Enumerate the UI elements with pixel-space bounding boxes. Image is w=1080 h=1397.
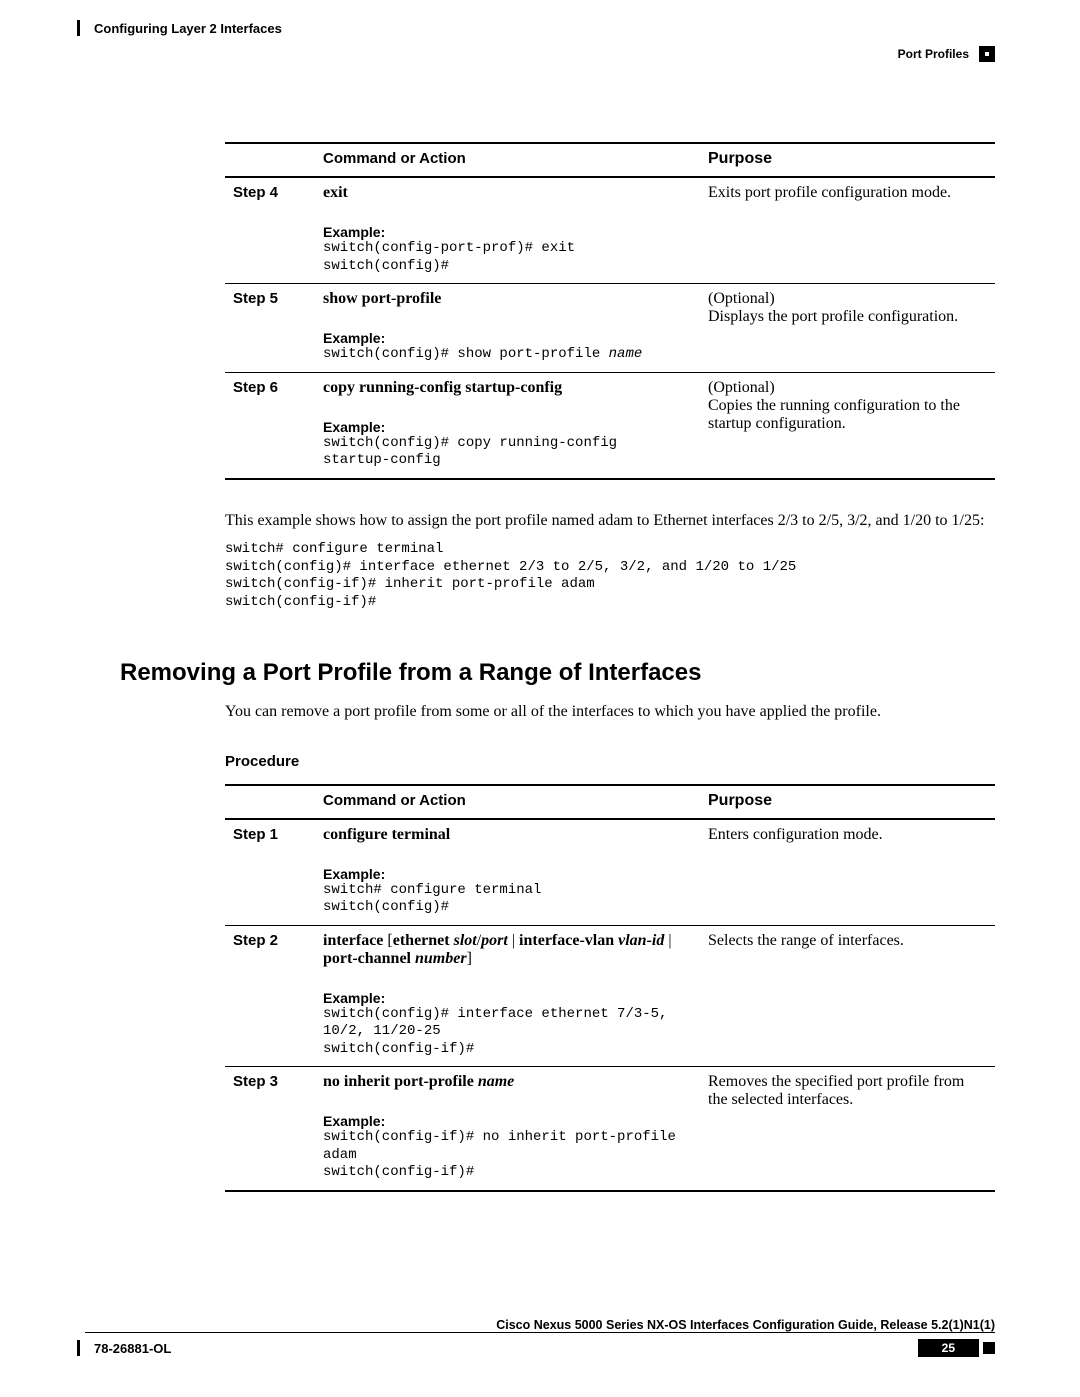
step-label: Step 6 — [225, 372, 315, 479]
code-block: switch# configure terminal switch(config… — [225, 541, 995, 611]
header-mark-icon — [979, 46, 995, 62]
cmd-ital: name — [474, 1073, 514, 1090]
purpose-cell: (Optional) Displays the port profile con… — [700, 284, 995, 373]
command-cell: no inherit port-profile name Example: sw… — [315, 1067, 700, 1191]
footer-rule — [85, 1332, 995, 1333]
example-label: Example: — [323, 330, 692, 346]
procedure-heading: Procedure — [225, 753, 995, 770]
footer-tick-icon — [77, 1340, 80, 1356]
command-cell: interface [ethernet slot/port | interfac… — [315, 925, 700, 1067]
table-header-blank — [225, 785, 315, 819]
example-code: switch(config-if)# no inherit port-profi… — [323, 1129, 692, 1182]
purpose-cell: Removes the specified port profile from … — [700, 1067, 995, 1191]
chapter-title: Configuring Layer 2 Interfaces — [94, 21, 282, 36]
command-cell: copy running-config startup-config Examp… — [315, 372, 700, 479]
procedure-table-2: Command or Action Purpose Step 1 configu… — [225, 784, 995, 1192]
purpose-cell: (Optional) Copies the running configurat… — [700, 372, 995, 479]
paragraph: This example shows how to assign the por… — [225, 510, 995, 532]
cmd-plain: | — [508, 932, 519, 949]
step-label: Step 3 — [225, 1067, 315, 1191]
cmd-bold: no inherit port-profile — [323, 1073, 474, 1090]
header-left: Configuring Layer 2 Interfaces — [77, 20, 282, 36]
cmd-bold: port-channel — [323, 950, 411, 967]
example-label: Example: — [323, 224, 692, 240]
paragraph: You can remove a port profile from some … — [225, 701, 995, 723]
command-cell: show port-profile Example: switch(config… — [315, 284, 700, 373]
page: Configuring Layer 2 Interfaces Port Prof… — [0, 0, 1080, 1397]
cmd-ital: slot — [450, 932, 477, 949]
example-code: switch(config-port-prof)# exit switch(co… — [323, 240, 692, 275]
cmd-bold: ethernet — [393, 932, 450, 949]
header-right: Port Profiles — [898, 46, 995, 62]
example-label: Example: — [323, 419, 692, 435]
table-header-blank — [225, 143, 315, 177]
example-code: switch(config)# copy running-config star… — [323, 435, 692, 470]
code-param: name — [609, 346, 643, 362]
footer-right: 25 — [918, 1339, 995, 1357]
table-row: Step 6 copy running-config startup-confi… — [225, 372, 995, 479]
footer-mark-icon — [983, 1342, 995, 1354]
table-header-purpose: Purpose — [700, 785, 995, 819]
step-label: Step 5 — [225, 284, 315, 373]
page-header: Configuring Layer 2 Interfaces Port Prof… — [85, 20, 995, 62]
example-label: Example: — [323, 1113, 692, 1129]
cmd-ital: number — [411, 950, 467, 967]
command-cell: exit Example: switch(config-port-prof)# … — [315, 177, 700, 284]
step-label: Step 1 — [225, 819, 315, 926]
footer-guide-title: Cisco Nexus 5000 Series NX-OS Interfaces… — [85, 1318, 995, 1332]
command-title: copy running-config startup-config — [323, 379, 692, 397]
part-number: 78-26881-OL — [94, 1341, 171, 1356]
cmd-plain: | — [664, 932, 671, 949]
footer-left: 78-26881-OL — [77, 1340, 171, 1356]
cmd-plain: ] — [467, 950, 472, 967]
footer-row: 78-26881-OL 25 — [85, 1339, 995, 1357]
page-footer: Cisco Nexus 5000 Series NX-OS Interfaces… — [85, 1336, 995, 1357]
cmd-bold: interface — [323, 932, 383, 949]
table-row: Step 3 no inherit port-profile name Exam… — [225, 1067, 995, 1191]
purpose-cell: Selects the range of interfaces. — [700, 925, 995, 1067]
example-code: switch(config)# interface ethernet 7/3-5… — [323, 1006, 692, 1059]
table-header-command: Command or Action — [315, 785, 700, 819]
table-row: Step 2 interface [ethernet slot/port | i… — [225, 925, 995, 1067]
table-header-command: Command or Action — [315, 143, 700, 177]
purpose-cell: Enters configuration mode. — [700, 819, 995, 926]
table-header-purpose: Purpose — [700, 143, 995, 177]
command-title: show port-profile — [323, 290, 692, 308]
cmd-plain: [ — [383, 932, 392, 949]
command-title: no inherit port-profile name — [323, 1073, 692, 1091]
command-title: exit — [323, 184, 692, 202]
step-label: Step 4 — [225, 177, 315, 284]
purpose-cell: Exits port profile configuration mode. — [700, 177, 995, 284]
table-row: Step 1 configure terminal Example: switc… — [225, 819, 995, 926]
section-heading: Removing a Port Profile from a Range of … — [120, 659, 995, 687]
example-label: Example: — [323, 866, 692, 882]
example-code: switch# configure terminal switch(config… — [323, 882, 692, 917]
cmd-ital: vlan-id — [614, 932, 664, 949]
cmd-bold: interface-vlan — [519, 932, 614, 949]
example-label: Example: — [323, 990, 692, 1006]
example-code: switch(config)# show port-profile name — [323, 346, 692, 364]
step-label: Step 2 — [225, 925, 315, 1067]
table-row: Step 4 exit Example: switch(config-port-… — [225, 177, 995, 284]
command-title: interface [ethernet slot/port | interfac… — [323, 932, 692, 968]
table-row: Step 5 show port-profile Example: switch… — [225, 284, 995, 373]
command-title: configure terminal — [323, 826, 692, 844]
cmd-ital: port — [481, 932, 508, 949]
code-text: switch(config)# show port-profile — [323, 346, 609, 362]
section-title: Port Profiles — [898, 47, 969, 61]
command-cell: configure terminal Example: switch# conf… — [315, 819, 700, 926]
procedure-table-1: Command or Action Purpose Step 4 exit Ex… — [225, 142, 995, 480]
header-tick-icon — [77, 20, 80, 36]
page-number: 25 — [918, 1339, 979, 1357]
content: Command or Action Purpose Step 4 exit Ex… — [225, 142, 995, 1192]
